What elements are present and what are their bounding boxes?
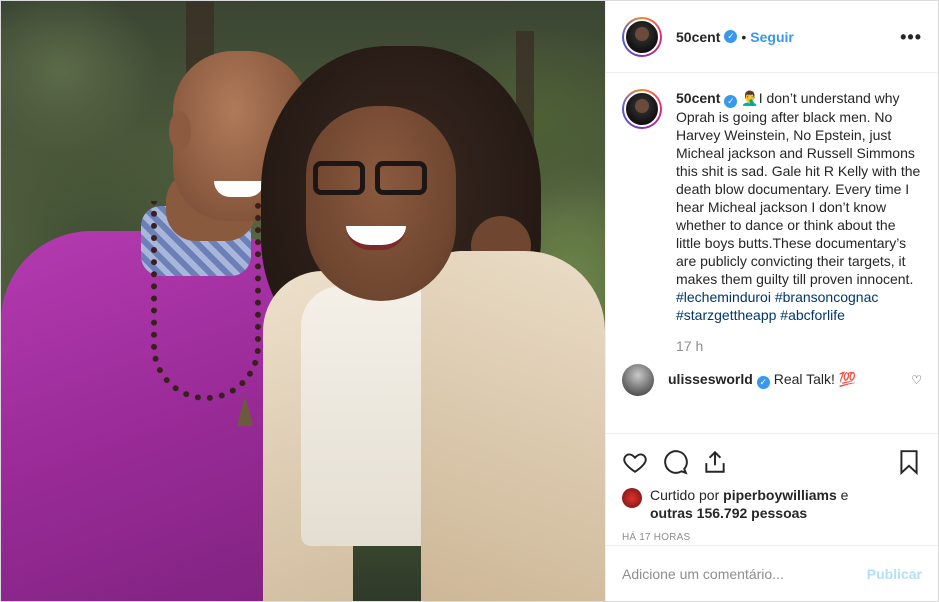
caption-avatar[interactable]: [622, 89, 662, 129]
verified-badge-icon: ✓: [724, 30, 738, 43]
author-username[interactable]: 50cent: [676, 29, 720, 45]
bookmark-icon[interactable]: [896, 449, 922, 475]
caption: 50cent ✓ 🤦‍♂️I don’t understand why Oprah…: [622, 89, 922, 324]
separator-dot: •: [741, 28, 747, 45]
hashtag-link[interactable]: #starzgettheapp: [676, 307, 776, 323]
liker-username[interactable]: piperboywilliams: [723, 487, 837, 503]
caption-text: 50cent ✓ 🤦‍♂️I don’t understand why Oprah…: [676, 89, 922, 324]
comment-row: ulissesworld ✓ Real Talk! 💯 ♡: [622, 363, 922, 396]
caption-timestamp[interactable]: 17 h: [676, 338, 922, 354]
woman-face: [306, 106, 456, 301]
likes-others[interactable]: outras 156.792 pessoas: [650, 505, 807, 521]
hashtag-link[interactable]: #bransoncognac: [775, 289, 879, 305]
share-icon[interactable]: [702, 449, 728, 475]
verified-badge-icon: ✓: [724, 94, 738, 108]
post-time-ago[interactable]: HÁ 17 HORAS: [622, 532, 922, 543]
commenter-avatar[interactable]: [622, 363, 654, 396]
post-photo[interactable]: [1, 1, 605, 601]
verified-badge-icon: ✓: [756, 375, 770, 389]
action-icons: [622, 442, 922, 482]
comment-body: Real Talk! 💯: [773, 370, 857, 387]
action-bar: Curtido por piperboywilliams e outras 15…: [606, 433, 938, 545]
likes-text: Curtido por piperboywilliams e outras 15…: [650, 486, 848, 522]
post-header: 50cent ✓ • Seguir •••: [606, 1, 938, 73]
caption-body: I don’t understand why Oprah is going af…: [676, 90, 921, 287]
liker-avatar[interactable]: [622, 488, 642, 508]
caption-username[interactable]: 50cent: [676, 90, 720, 106]
post-side-panel: 50cent ✓ • Seguir ••• 50cent ✓ 🤦‍♂️I don’…: [605, 1, 938, 601]
follow-button[interactable]: Seguir: [750, 29, 794, 45]
comments-section[interactable]: 50cent ✓ 🤦‍♂️I don’t understand why Oprah…: [606, 73, 938, 433]
comment-text: ulissesworld ✓ Real Talk! 💯: [668, 371, 856, 389]
heart-small-icon[interactable]: ♡: [911, 373, 922, 387]
instagram-post: 50cent ✓ • Seguir ••• 50cent ✓ 🤦‍♂️I don’…: [0, 0, 939, 602]
author-avatar[interactable]: [622, 16, 662, 57]
heart-icon[interactable]: [622, 449, 648, 475]
likes-prefix: Curtido por: [650, 487, 720, 503]
caption-emoji: 🤦‍♂️: [741, 90, 759, 106]
commenter-username[interactable]: ulissesworld: [668, 371, 753, 387]
woman-glasses: [313, 161, 431, 197]
hashtag-link[interactable]: #lecheminduroi: [676, 289, 771, 305]
likes-conj: e: [840, 487, 849, 503]
bead-necklace: [151, 201, 261, 401]
comment-icon[interactable]: [662, 449, 688, 475]
hashtag-link[interactable]: #abcforlife: [780, 307, 845, 323]
publish-button[interactable]: Publicar: [867, 566, 922, 582]
man-ear: [169, 111, 191, 151]
more-icon[interactable]: •••: [900, 28, 922, 46]
comment-input[interactable]: [622, 565, 867, 582]
add-comment-bar: Publicar: [606, 545, 938, 601]
likes-summary: Curtido por piperboywilliams e outras 15…: [622, 486, 922, 522]
woman-wrap-right: [421, 251, 605, 601]
